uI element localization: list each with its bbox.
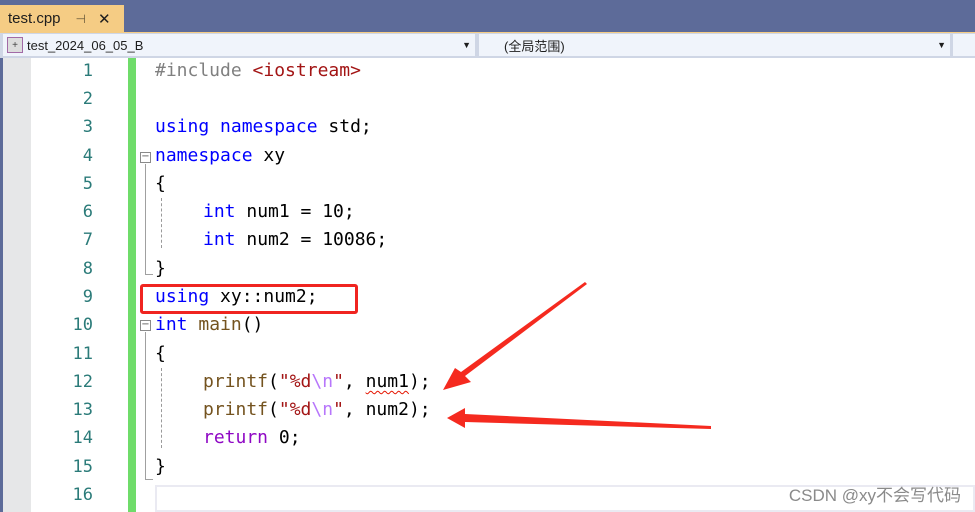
watermark: CSDN @xy不会写代码: [788, 486, 961, 505]
arrow-to-num1: [443, 282, 587, 390]
tab-test-cpp[interactable]: test.cpp ⊣ ✕: [0, 5, 124, 32]
navigation-bar: + test_2024_06_05_B ▼ (全局范围) ▼: [0, 32, 975, 58]
scope-dropdown-value: (全局范围): [504, 38, 565, 54]
arrow-to-num2: [447, 408, 711, 429]
tab-bar: test.cpp ⊣ ✕: [0, 0, 975, 32]
member-dropdown[interactable]: [953, 34, 975, 56]
close-icon[interactable]: ✕: [98, 10, 111, 28]
chevron-down-icon: ▼: [462, 40, 471, 50]
project-dropdown[interactable]: + test_2024_06_05_B ▼: [3, 34, 475, 56]
annotation-arrows: [443, 282, 711, 429]
pin-icon[interactable]: ⊣: [76, 12, 86, 26]
tab-title: test.cpp: [8, 10, 61, 27]
code-editor[interactable]: 1 2 3 4 5 6 7 8 9 10 11 12 13 14 15 16 −…: [3, 58, 975, 512]
project-icon: +: [7, 37, 23, 53]
chevron-down-icon: ▼: [937, 40, 946, 50]
project-dropdown-value: test_2024_06_05_B: [27, 37, 144, 53]
scope-dropdown[interactable]: (全局范围) ▼: [479, 34, 950, 56]
